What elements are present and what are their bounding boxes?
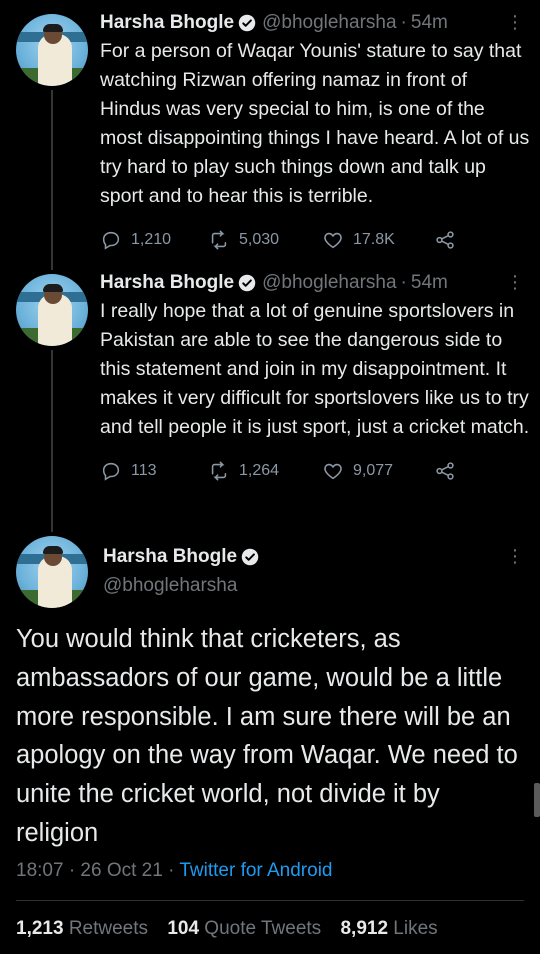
retweets-count[interactable]: 1,213 xyxy=(16,918,64,939)
reply-icon xyxy=(102,462,120,481)
quote-tweets-count[interactable]: 104 xyxy=(167,918,199,939)
retweet-count: 5,030 xyxy=(239,231,280,248)
more-options-icon[interactable]: ⋮ xyxy=(506,272,524,293)
reply-button[interactable]: 1,210 xyxy=(100,229,208,251)
tweet-actions: 113 1,264 9,077 xyxy=(100,448,524,494)
tweet-meta: 18:07 · 26 Oct 21 · Twitter for Android xyxy=(16,860,332,882)
verified-badge-icon xyxy=(238,274,256,292)
like-count: 17.8K xyxy=(353,231,395,248)
tweet[interactable]: Harsha Bhogle @bhogleharsha · 54m ⋮ I re… xyxy=(0,260,540,494)
main-tweet-text: You would think that cricketers, as amba… xyxy=(16,625,518,847)
retweet-button[interactable]: 5,030 xyxy=(208,229,322,251)
avatar[interactable] xyxy=(16,536,88,608)
verified-badge-icon xyxy=(241,548,259,566)
tweet-actions: 1,210 5,030 17.8K xyxy=(100,217,524,263)
tweet-header: Harsha Bhogle @bhogleharsha · 54m xyxy=(100,270,524,296)
tweet-stats: 1,213 Retweets 104 Quote Tweets 8,912 Li… xyxy=(16,918,452,940)
separator-dot: · xyxy=(400,12,407,33)
author-handle[interactable]: @bhogleharsha xyxy=(262,12,396,34)
like-button[interactable]: 17.8K xyxy=(322,229,434,251)
like-count: 9,077 xyxy=(353,462,394,479)
tweet-source-link[interactable]: Twitter for Android xyxy=(179,860,332,881)
author-handle[interactable]: @bhogleharsha xyxy=(262,272,396,294)
retweet-icon xyxy=(211,230,227,250)
tweet-header: Harsha Bhogle @bhogleharsha · 54m xyxy=(100,10,524,36)
reply-icon xyxy=(102,231,120,250)
retweet-icon xyxy=(211,461,227,481)
tweet-time[interactable]: 54m xyxy=(411,272,448,294)
author-handle[interactable]: @bhogleharsha xyxy=(103,575,259,597)
avatar[interactable] xyxy=(16,274,88,346)
scrollbar[interactable] xyxy=(534,783,540,817)
author-name[interactable]: Harsha Bhogle xyxy=(100,12,234,34)
retweet-count: 1,264 xyxy=(239,462,280,479)
divider xyxy=(16,900,524,901)
heart-icon xyxy=(324,463,342,480)
likes-count[interactable]: 8,912 xyxy=(340,918,388,939)
tweet-text: For a person of Waqar Younis' stature to… xyxy=(100,40,530,207)
share-icon xyxy=(436,231,454,249)
author-name[interactable]: Harsha Bhogle xyxy=(103,546,237,568)
tweet-time[interactable]: 54m xyxy=(411,12,448,34)
author-name[interactable]: Harsha Bhogle xyxy=(100,272,234,294)
more-options-icon[interactable]: ⋮ xyxy=(506,546,524,567)
main-tweet-author: Harsha Bhogle @bhogleharsha xyxy=(103,544,259,597)
like-button[interactable]: 9,077 xyxy=(322,460,434,482)
verified-badge-icon xyxy=(238,14,256,32)
more-options-icon[interactable]: ⋮ xyxy=(506,12,524,33)
tweet-timestamp[interactable]: 18:07 · 26 Oct 21 · xyxy=(16,860,179,881)
separator-dot: · xyxy=(400,272,407,293)
share-icon xyxy=(436,462,454,480)
reply-button[interactable]: 113 xyxy=(100,460,208,482)
reply-count: 1,210 xyxy=(131,231,172,248)
heart-icon xyxy=(324,232,342,249)
tweet[interactable]: Harsha Bhogle @bhogleharsha · 54m ⋮ For … xyxy=(0,0,540,263)
quote-tweets-label[interactable]: Quote Tweets xyxy=(204,918,321,939)
avatar[interactable] xyxy=(16,14,88,86)
retweet-button[interactable]: 1,264 xyxy=(208,460,322,482)
likes-label[interactable]: Likes xyxy=(393,918,437,939)
share-button[interactable] xyxy=(434,460,465,482)
share-button[interactable] xyxy=(434,229,465,251)
tweet-text: I really hope that a lot of genuine spor… xyxy=(100,300,530,438)
reply-count: 113 xyxy=(131,462,157,479)
retweets-label[interactable]: Retweets xyxy=(69,918,148,939)
